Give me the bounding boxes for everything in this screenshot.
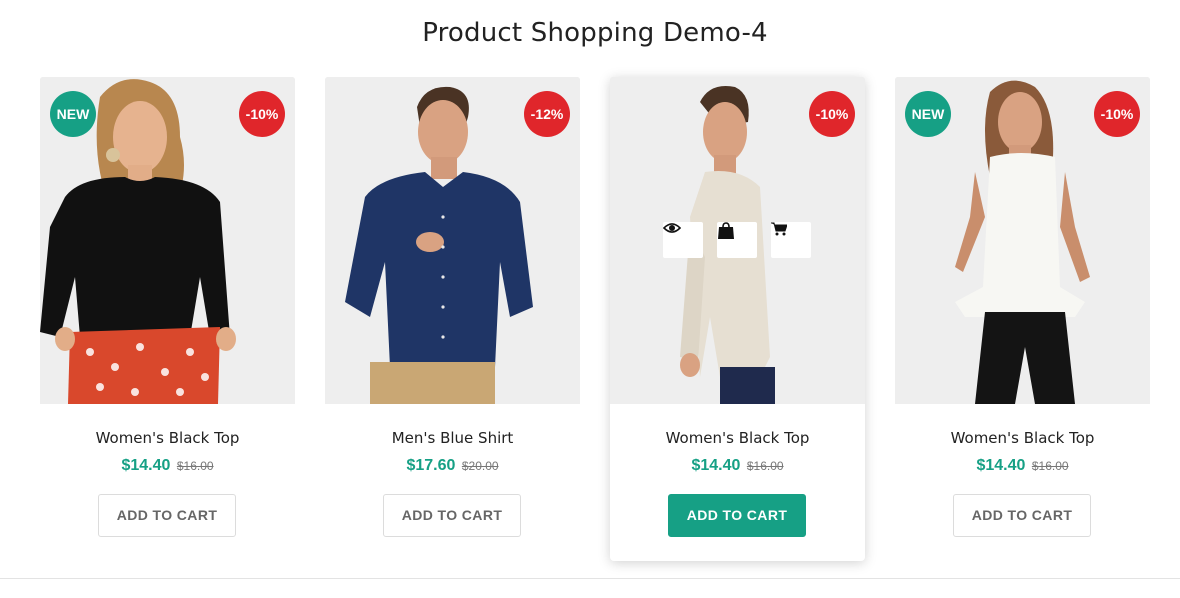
add-to-cart-button[interactable]: ADD TO CART xyxy=(668,494,806,537)
footer-divider xyxy=(0,578,1180,579)
current-price: $17.60 xyxy=(406,457,456,474)
product-card[interactable]: -10% Women's Black Top $14.40 $16.00 ADD… xyxy=(610,77,865,561)
product-card[interactable]: -12% Men's Blue Shirt $17.60 $20.00 ADD … xyxy=(325,77,580,561)
current-price: $14.40 xyxy=(121,457,171,474)
discount-badge: -12% xyxy=(524,91,570,137)
product-card[interactable]: NEW -10% Women's Black Top $14.40 $16.00… xyxy=(895,77,1150,561)
discount-badge: -10% xyxy=(1094,91,1140,137)
product-card[interactable]: NEW -10% Women's Black Top $14.40 $16.00… xyxy=(40,77,295,561)
eye-icon xyxy=(663,223,681,233)
old-price: $16.00 xyxy=(746,459,784,473)
quick-actions xyxy=(663,222,813,258)
product-image[interactable]: NEW -10% xyxy=(40,77,295,404)
page-title: Product Shopping Demo-4 xyxy=(422,18,768,48)
current-price: $14.40 xyxy=(691,457,741,474)
product-name[interactable]: Men's Blue Shirt xyxy=(325,429,580,447)
quick-view-button[interactable] xyxy=(663,222,703,258)
product-name[interactable]: Women's Black Top xyxy=(610,429,865,447)
price: $14.40 $16.00 xyxy=(895,457,1150,475)
wishlist-button[interactable] xyxy=(717,222,757,258)
product-image[interactable]: -10% xyxy=(610,77,865,404)
current-price: $14.40 xyxy=(976,457,1026,474)
add-to-cart-button[interactable]: ADD TO CART xyxy=(953,494,1091,537)
old-price: $16.00 xyxy=(1031,459,1069,473)
product-image[interactable]: -12% xyxy=(325,77,580,404)
price: $14.40 $16.00 xyxy=(610,457,865,475)
new-badge: NEW xyxy=(50,91,96,137)
price: $17.60 $20.00 xyxy=(325,457,580,475)
old-price: $20.00 xyxy=(461,459,499,473)
old-price: $16.00 xyxy=(176,459,214,473)
price: $14.40 $16.00 xyxy=(40,457,295,475)
product-name[interactable]: Women's Black Top xyxy=(40,429,295,447)
discount-badge: -10% xyxy=(809,91,855,137)
new-badge: NEW xyxy=(905,91,951,137)
shopping-bag-icon xyxy=(718,222,734,239)
product-image[interactable]: NEW -10% xyxy=(895,77,1150,404)
cart-icon xyxy=(771,222,787,236)
discount-badge: -10% xyxy=(239,91,285,137)
add-to-cart-button[interactable]: ADD TO CART xyxy=(98,494,236,537)
add-to-cart-button[interactable]: ADD TO CART xyxy=(383,494,521,537)
product-name[interactable]: Women's Black Top xyxy=(895,429,1150,447)
cart-quick-button[interactable] xyxy=(771,222,811,258)
